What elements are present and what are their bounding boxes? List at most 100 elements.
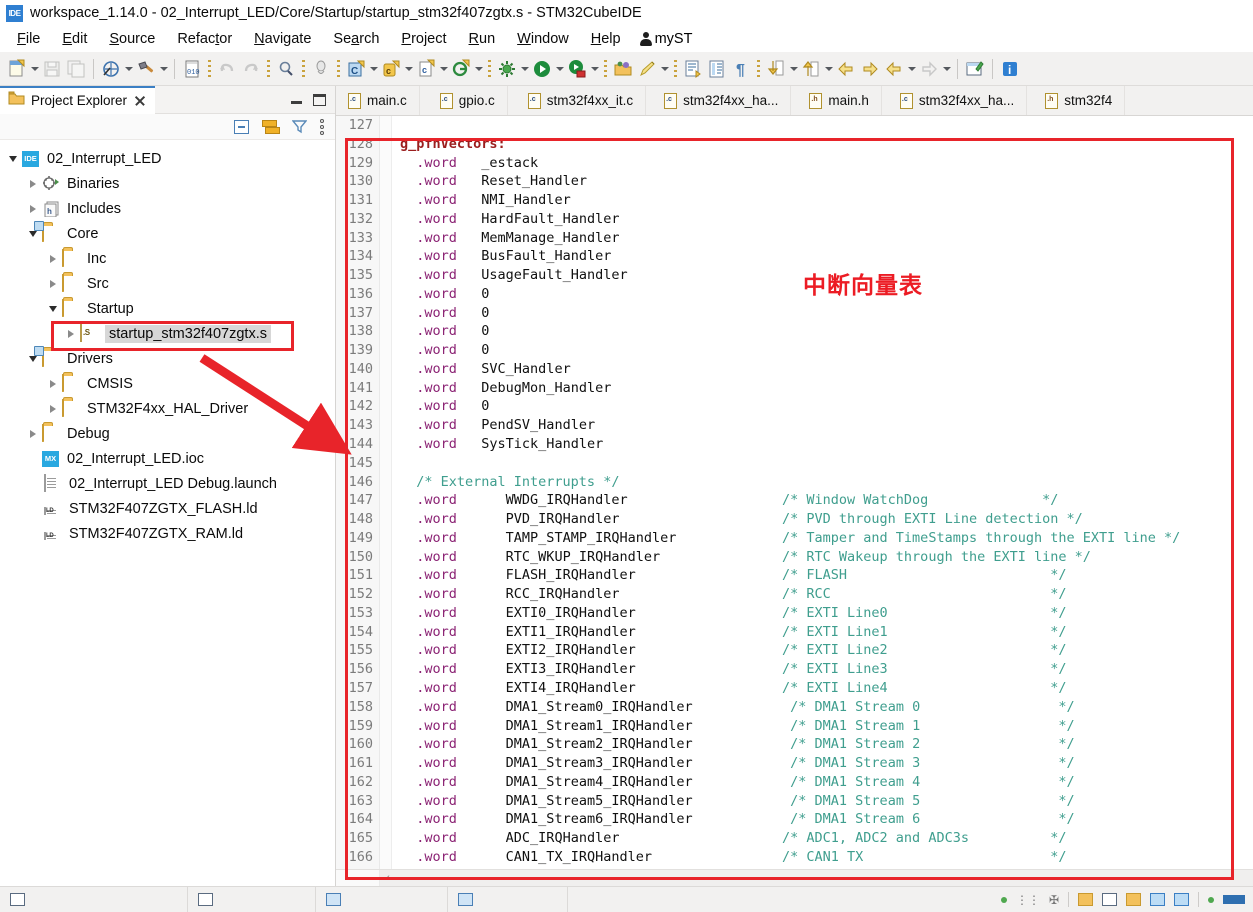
tree-item-src[interactable]: Src bbox=[0, 271, 335, 296]
next-edit-button[interactable] bbox=[764, 55, 799, 83]
code-line[interactable] bbox=[392, 454, 1253, 473]
close-icon[interactable] bbox=[133, 94, 147, 108]
maximize-icon[interactable] bbox=[313, 93, 326, 106]
prev-edit-dropdown[interactable] bbox=[823, 57, 834, 81]
tree-item-flash-ld[interactable]: LD STM32F407ZGTX_FLASH.ld bbox=[0, 496, 335, 521]
code-line[interactable]: .word PVD_IRQHandler /* PVD through EXTI… bbox=[392, 510, 1253, 529]
new-c-project-dropdown[interactable] bbox=[368, 57, 379, 81]
code-line[interactable]: .word _estack bbox=[392, 154, 1253, 173]
code-line[interactable]: .word DMA1_Stream6_IRQHandler /* DMA1 St… bbox=[392, 810, 1253, 829]
forward-history-dropdown[interactable] bbox=[941, 57, 952, 81]
tree-item-startup-asm-file[interactable]: .S startup_stm32f407zgtx.s bbox=[0, 321, 335, 346]
tree-item-project[interactable]: IDE 02_Interrupt_LED bbox=[0, 146, 335, 171]
code-line[interactable]: .word ADC_IRQHandler /* ADC1, ADC2 and A… bbox=[392, 829, 1253, 848]
code-line[interactable]: .word DMA1_Stream5_IRQHandler /* DMA1 St… bbox=[392, 792, 1253, 811]
open-folder-icon[interactable] bbox=[1126, 893, 1141, 906]
editor-tab-stm32f4xx-ha-c-2[interactable]: .c stm32f4xx_ha... bbox=[881, 86, 1028, 115]
debug-configure-dropdown[interactable] bbox=[519, 57, 530, 81]
editor-tab-main-h[interactable]: .h main.h bbox=[791, 86, 882, 115]
code-line[interactable]: .word WWDG_IRQHandler /* Window WatchDog… bbox=[392, 491, 1253, 510]
code-line[interactable]: .word DebugMon_Handler bbox=[392, 379, 1253, 398]
undo-icon[interactable] bbox=[215, 57, 239, 81]
back-nav-icon[interactable] bbox=[834, 57, 858, 81]
new-c-class-button[interactable]: c bbox=[379, 55, 414, 83]
toggle-block-icon[interactable] bbox=[705, 57, 729, 81]
new-git-button[interactable] bbox=[449, 55, 484, 83]
code-line[interactable]: .word SVC_Handler bbox=[392, 360, 1253, 379]
menu-source[interactable]: Source bbox=[98, 29, 166, 49]
code-line[interactable]: .word SysTick_Handler bbox=[392, 435, 1253, 454]
pilcrow-icon[interactable]: ¶ bbox=[729, 57, 753, 81]
code-line[interactable]: .word 0 bbox=[392, 341, 1253, 360]
chevron-right-icon[interactable] bbox=[44, 405, 62, 413]
editor-tab-stm32f4xx-ha-c-1[interactable]: .c stm32f4xx_ha... bbox=[646, 86, 792, 115]
tree-item-inc[interactable]: Inc bbox=[0, 246, 335, 271]
tree-item-binaries[interactable]: Binaries bbox=[0, 171, 335, 196]
menu-run[interactable]: Run bbox=[458, 29, 507, 49]
editor-tab-stm32f4-h[interactable]: .h stm32f4 bbox=[1027, 86, 1126, 115]
tree-item-includes[interactable]: h Includes bbox=[0, 196, 335, 221]
editor-horizontal-scrollbar[interactable]: ‹ bbox=[336, 869, 1253, 886]
tree-item-startup[interactable]: Startup bbox=[0, 296, 335, 321]
chevron-down-icon[interactable] bbox=[24, 356, 42, 362]
bottom-view-tab-2[interactable] bbox=[188, 886, 316, 912]
editor-tab-main-c[interactable]: .c main.c bbox=[336, 86, 420, 115]
bottom-view-tab-4[interactable] bbox=[448, 886, 568, 912]
minimize-icon[interactable] bbox=[290, 94, 303, 105]
tree-item-cmsis[interactable]: CMSIS bbox=[0, 371, 335, 396]
code-line[interactable]: .word 0 bbox=[392, 304, 1253, 323]
code-line[interactable]: .word BusFault_Handler bbox=[392, 247, 1253, 266]
edit-pen-button[interactable] bbox=[635, 55, 670, 83]
chevron-right-icon[interactable] bbox=[24, 205, 42, 213]
editor-tab-gpio-c[interactable]: .c gpio.c bbox=[419, 86, 508, 115]
scroll-left-arrow-icon[interactable]: ‹ bbox=[380, 872, 396, 884]
next-annotation-icon[interactable] bbox=[681, 57, 705, 81]
code-line[interactable]: .word HardFault_Handler bbox=[392, 210, 1253, 229]
tree-item-debug[interactable]: Debug bbox=[0, 421, 335, 446]
new-folder-icon[interactable] bbox=[1078, 893, 1093, 906]
new-window-icon[interactable] bbox=[963, 57, 987, 81]
code-line[interactable]: .word 0 bbox=[392, 322, 1253, 341]
collapse-all-icon[interactable] bbox=[234, 119, 249, 134]
menu-search[interactable]: Search bbox=[322, 29, 390, 49]
code-line[interactable]: .word MemManage_Handler bbox=[392, 229, 1253, 248]
bottom-view-tab-3[interactable] bbox=[316, 886, 448, 912]
menu-navigate[interactable]: Navigate bbox=[243, 29, 322, 49]
forward-nav-icon[interactable] bbox=[858, 57, 882, 81]
debug-run-button[interactable] bbox=[565, 55, 600, 83]
menu-file[interactable]: File bbox=[6, 29, 51, 49]
chevron-right-icon[interactable] bbox=[44, 280, 62, 288]
scroll-track[interactable] bbox=[396, 870, 1253, 886]
build-all-button[interactable] bbox=[99, 55, 134, 83]
binary-010-icon[interactable]: 010 bbox=[180, 57, 204, 81]
new-c-project-button[interactable]: C bbox=[344, 55, 379, 83]
open-resource-icon[interactable] bbox=[611, 57, 635, 81]
chevron-right-icon[interactable] bbox=[24, 180, 42, 188]
run-button[interactable] bbox=[530, 55, 565, 83]
menu-refactor[interactable]: Refactor bbox=[166, 29, 243, 49]
view-menu-icon[interactable] bbox=[320, 118, 324, 135]
back-history-button[interactable] bbox=[882, 55, 917, 83]
new-c-file-button[interactable]: c bbox=[414, 55, 449, 83]
save-all-icon[interactable] bbox=[64, 57, 88, 81]
code-line[interactable]: .word CAN1_TX_IRQHandler /* CAN1 TX */ bbox=[392, 848, 1253, 867]
menu-window[interactable]: Window bbox=[506, 29, 580, 49]
code-line[interactable]: .word EXTI4_IRQHandler /* EXTI Line4 */ bbox=[392, 679, 1253, 698]
restore-view-icon[interactable] bbox=[1174, 893, 1189, 906]
myst-account-button[interactable]: myST bbox=[632, 29, 701, 49]
menu-project[interactable]: Project bbox=[390, 29, 457, 49]
chevron-down-icon[interactable] bbox=[4, 156, 22, 162]
code-line[interactable]: .word DMA1_Stream3_IRQHandler /* DMA1 St… bbox=[392, 754, 1253, 773]
back-history-dropdown[interactable] bbox=[906, 57, 917, 81]
new-file-dropdown[interactable] bbox=[29, 57, 40, 81]
code-line[interactable]: .word EXTI2_IRQHandler /* EXTI Line2 */ bbox=[392, 641, 1253, 660]
editor-tab-stm32f4xx-it-c[interactable]: .c stm32f4xx_it.c bbox=[507, 86, 647, 115]
edit-pen-dropdown[interactable] bbox=[659, 57, 670, 81]
code-line[interactable]: .word DMA1_Stream4_IRQHandler /* DMA1 St… bbox=[392, 773, 1253, 792]
chevron-right-icon[interactable] bbox=[44, 380, 62, 388]
chevron-right-icon[interactable] bbox=[24, 430, 42, 438]
next-edit-dropdown[interactable] bbox=[788, 57, 799, 81]
run-dropdown[interactable] bbox=[554, 57, 565, 81]
code-line[interactable] bbox=[392, 116, 1253, 135]
debug-run-dropdown[interactable] bbox=[589, 57, 600, 81]
